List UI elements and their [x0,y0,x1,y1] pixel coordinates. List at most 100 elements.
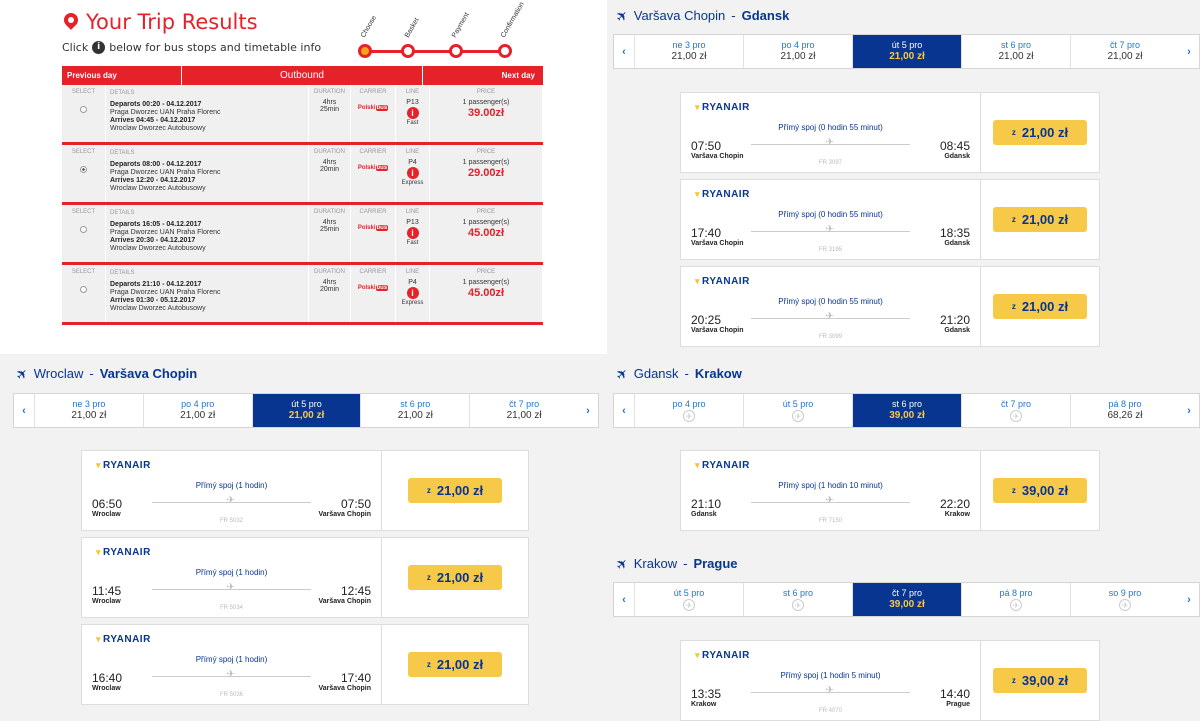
column-label: CARRIER [359,89,387,95]
bus-result-row[interactable]: SELECT DETAILS Deparots 00:20 - 04.12.2017… [62,85,543,145]
date-tab[interactable]: út 5 pro 21,00 zł [852,35,961,68]
to-stop: Wroclaw Dworzec Autobusowy [110,305,206,312]
carousel-prev-arrow[interactable]: ‹ [614,35,634,68]
polskibus-logo: Polskibus [358,165,389,171]
departs-text: Deparots 16:05 - 04.12.2017 [110,221,202,228]
select-radio[interactable] [80,106,87,113]
arrival-time: 07:50 [340,497,371,511]
booking-steps: Choose Basket Payment Confirmation [358,1,526,58]
date-tab[interactable]: čt 7 pro 39,00 zł [852,583,961,616]
date-label: čt 7 pro [891,588,922,598]
bus-result-row[interactable]: SELECT DETAILS Deparots 21:10 - 04.12.2017… [62,265,543,325]
select-price-button[interactable]: z 39,00 zł [993,668,1087,693]
date-tab[interactable]: st 6 pro 21,00 zł [360,394,469,427]
from-stop: Praga Dworzec UAN Praha Florenc [110,109,221,116]
select-price-button[interactable]: z 21,00 zł [408,652,502,677]
date-tab[interactable]: ne 3 pro 21,00 zł [34,394,143,427]
flight-card: RYANAIR Přímý spoj (0 hodin 55 minut) 20:2… [680,266,1100,347]
date-tab[interactable]: so 9 pro ✈ [1070,583,1179,616]
plane-icon: ✈ [825,495,834,506]
line-info-icon[interactable]: i [406,167,419,179]
date-label: pá 8 pro [1108,399,1142,409]
unavailable-plane-icon: ✈ [792,410,804,422]
price-value: 39,00 zł [1021,483,1069,498]
date-tab[interactable]: čt 7 pro ✈ [961,394,1070,427]
bus-result-row[interactable]: SELECT DETAILS Deparots 08:00 - 04.12.2017… [62,145,543,205]
bus-table-header: Previous day Outbound Next day [62,66,543,85]
date-tab[interactable]: čt 7 pro 21,00 zł [1070,35,1179,68]
bus-result-row[interactable]: SELECT DETAILS Deparots 16:05 - 04.12.2017… [62,205,543,265]
price-value: 21,00 zł [436,570,484,585]
carrier-mark: bus [375,225,389,231]
to-stop: Wroclaw Dworzec Autobusowy [110,185,206,192]
arrival-time: 21:20 [939,313,970,327]
date-tab[interactable]: st 6 pro 21,00 zł [961,35,1070,68]
flight-info: RYANAIR Přímý spoj (1 hodin) 11:45 12:45 Wro… [82,538,382,617]
column-label: CARRIER [359,149,387,155]
select-radio[interactable] [80,226,87,233]
flight-title: Přímý spoj (1 hodin) [195,568,268,577]
date-tab[interactable]: po 4 pro 21,00 zł [743,35,852,68]
ryanair-logo: RYANAIR [695,189,750,200]
date-tab[interactable]: st 6 pro ✈ [743,583,852,616]
date-label: st 6 pro [891,399,922,409]
duration-cell: DURATION 4hrs 20min [309,265,351,322]
departure-city: Varšava Chopin [691,327,744,334]
date-label: st 6 pro [782,588,813,598]
date-tab[interactable]: po 4 pro ✈ [634,394,743,427]
select-price-button[interactable]: z 21,00 zł [408,565,502,590]
column-label: SELECT [71,89,96,95]
column-label: LINE [405,89,420,95]
line-info-icon[interactable]: i [406,287,419,299]
carousel-next-arrow[interactable]: › [1179,35,1199,68]
arrival-time: 22:20 [939,497,970,511]
arrival-time: 08:45 [939,139,970,153]
date-tab[interactable]: út 5 pro ✈ [743,394,852,427]
select-price-button[interactable]: z 21,00 zł [993,207,1087,232]
duration-cell: DURATION 4hrs 25min [309,85,351,142]
date-label: ne 3 pro [72,399,106,409]
price-prefix: z [426,573,431,582]
flight-card: RYANAIR Přímý spoj (0 hodin 55 minut) 17:4… [680,179,1100,260]
flight-card: RYANAIR Přímý spoj (1 hodin) 11:45 12:45 Wro… [81,537,529,618]
price-value: 21,00 zł [1021,212,1069,227]
carousel-prev-arrow[interactable]: ‹ [14,394,34,427]
column-label: DETAILS [110,150,135,156]
carousel-next-arrow[interactable]: › [1179,583,1199,616]
select-price-button[interactable]: z 21,00 zł [408,478,502,503]
departs-text: Deparots 08:00 - 04.12.2017 [110,161,202,168]
line-info-icon[interactable]: i [406,107,419,119]
date-tab[interactable]: čt 7 pro 21,00 zł [469,394,578,427]
previous-day-button[interactable]: Previous day [62,66,182,85]
flight-number: FR 5032 [219,518,243,524]
select-radio[interactable] [80,286,87,293]
select-radio[interactable] [80,166,87,173]
flight-info: RYANAIR Přímý spoj (1 hodin 10 minut) 21:1… [681,451,981,530]
carousel-next-arrow[interactable]: › [578,394,598,427]
price-prefix: z [1011,128,1016,137]
date-tab[interactable]: út 5 pro ✈ [634,583,743,616]
date-label: út 5 pro [891,40,923,50]
line-info-icon[interactable]: i [406,227,419,239]
departure-city: Wroclaw [92,511,121,518]
next-day-button[interactable]: Next day [423,71,543,80]
date-tab[interactable]: pá 8 pro 68,26 zł [1070,394,1179,427]
date-tab[interactable]: pá 8 pro ✈ [961,583,1070,616]
date-tab[interactable]: út 5 pro 21,00 zł [251,394,361,427]
flight-card: RYANAIR Přímý spoj (1 hodin 5 minut) 13:35… [680,640,1100,721]
select-price-button[interactable]: z 21,00 zł [993,120,1087,145]
carousel-prev-arrow[interactable]: ‹ [614,394,634,427]
line-cell: LINE P4 i Express [396,265,430,322]
carousel-prev-arrow[interactable]: ‹ [614,583,634,616]
duration-hours: 4hrs [322,279,337,286]
date-tab[interactable]: st 6 pro 39,00 zł [852,394,961,427]
route-title: ✈ Gdansk - Krakow [612,363,742,384]
carrier-cell: CARRIER Polskibus [351,205,396,262]
select-price-button[interactable]: z 39,00 zł [993,478,1087,503]
flight-number: FR 5036 [219,692,243,698]
carousel-next-arrow[interactable]: › [1179,394,1199,427]
polskibus-logo: Polskibus [358,225,389,231]
select-price-button[interactable]: z 21,00 zł [993,294,1087,319]
date-tab[interactable]: po 4 pro 21,00 zł [142,394,252,427]
date-tab[interactable]: ne 3 pro 21,00 zł [634,35,743,68]
